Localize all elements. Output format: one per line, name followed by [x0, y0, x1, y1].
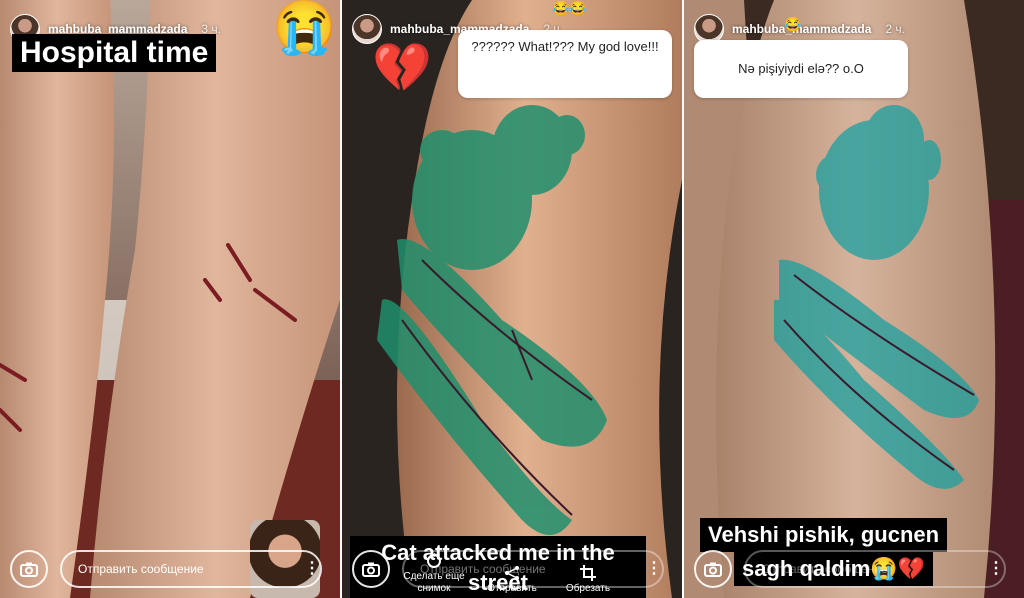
retake-icon	[427, 553, 441, 568]
more-icon[interactable]: ⋮	[304, 558, 320, 578]
question-sticker: ?????? What!??? My god love!!!	[458, 30, 672, 98]
story-caption: Hospital time	[12, 34, 217, 72]
message-input[interactable]: Отправить сообщение	[744, 550, 1006, 588]
story-panel-2[interactable]: mahbuba_mammadzada 2 ч. 😂😂 💔 ?????? What…	[342, 0, 682, 598]
retake-label: Сделать еще снимок	[403, 571, 465, 594]
emoji-sticker: 😂😂	[552, 0, 587, 16]
send-label: Отправить	[487, 582, 537, 594]
crop-label: Обрезать	[565, 582, 611, 594]
camera-icon[interactable]	[10, 550, 48, 588]
story-panel-1[interactable]: mahbuba_mammadzada 3 ч. Hospital time 😭 …	[0, 0, 340, 598]
more-icon[interactable]: ⋮	[646, 558, 662, 578]
message-placeholder: Отправить сообщение	[762, 562, 888, 576]
broken-heart-icon: 💔	[372, 42, 432, 95]
avatar[interactable]	[352, 14, 382, 44]
crop-icon	[580, 564, 596, 581]
story-footer: Отправить сообщение Сделать еще снимок О…	[342, 542, 682, 598]
username[interactable]: mahbuba_mammadzada	[732, 22, 871, 36]
message-placeholder: Отправить сообщение	[78, 562, 204, 576]
camera-icon[interactable]	[352, 550, 390, 588]
story-photo-legs	[0, 0, 340, 598]
emoji-sticker: 😂	[784, 16, 802, 32]
story-panel-3[interactable]: mahbuba_mammadzada 2 ч. 😂 Nə pişiyiydi e…	[684, 0, 1024, 598]
story-footer: Отправить сообщение ⋮	[0, 542, 340, 598]
retake-button[interactable]: Сделать еще снимок	[402, 553, 466, 594]
message-input[interactable]: Отправить сообщение	[60, 550, 322, 588]
crying-face-icon: 😭	[272, 0, 337, 57]
crop-button[interactable]: Обрезать	[556, 564, 620, 595]
post-time: 2 ч.	[885, 22, 905, 36]
send-button[interactable]: Отправить	[480, 565, 544, 595]
question-sticker: Nə pişiyiydi elə?? o.O	[694, 40, 908, 98]
more-icon[interactable]: ⋮	[988, 558, 1004, 578]
camera-icon[interactable]	[694, 550, 732, 588]
send-icon	[505, 565, 519, 580]
story-footer: Отправить сообщение ⋮	[684, 542, 1024, 598]
